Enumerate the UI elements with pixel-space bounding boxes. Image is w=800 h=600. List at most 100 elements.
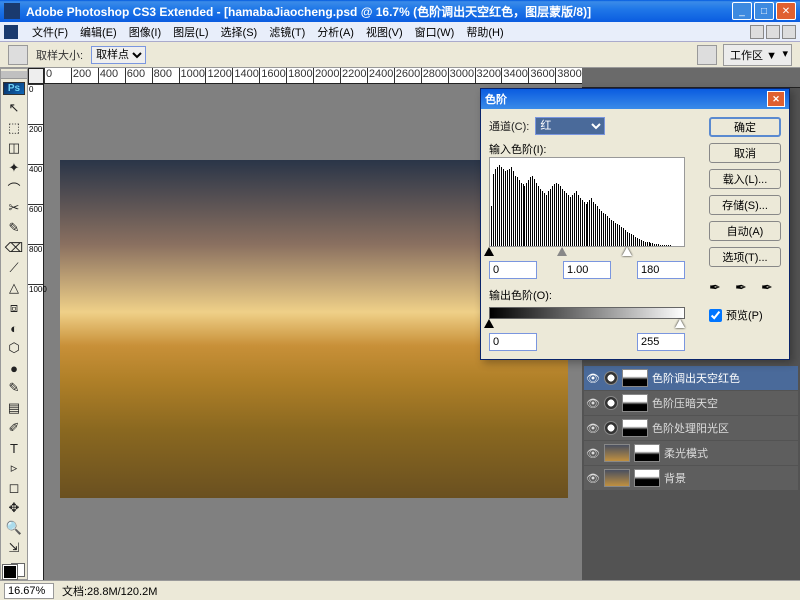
load-button[interactable]: 载入(L)...: [709, 169, 781, 189]
black-eyedropper-icon[interactable]: ✒: [709, 279, 729, 297]
layer-row[interactable]: 👁 色阶调出天空红色: [584, 366, 798, 390]
menu-e[interactable]: 编辑(E): [74, 25, 123, 41]
dialog-close-button[interactable]: ✕: [767, 91, 785, 107]
color-wells[interactable]: [3, 565, 25, 577]
white-point-slider[interactable]: [622, 247, 632, 256]
tool-2[interactable]: ◫: [3, 138, 25, 158]
menu-t[interactable]: 滤镜(T): [263, 25, 311, 41]
vertical-ruler[interactable]: 02004006008001000: [28, 84, 44, 580]
ruler-origin[interactable]: [28, 68, 44, 84]
menu-v[interactable]: 视图(V): [360, 25, 409, 41]
tool-7[interactable]: ⌫: [3, 238, 25, 258]
tool-18[interactable]: ▹: [3, 458, 25, 478]
zoom-level[interactable]: 16.67%: [4, 583, 54, 599]
sample-size-select[interactable]: 取样点: [91, 46, 146, 64]
output-slider[interactable]: [489, 319, 685, 329]
gray-eyedropper-icon[interactable]: ✒: [735, 279, 755, 297]
foreground-color[interactable]: [3, 565, 17, 579]
workspace-dropdown[interactable]: 工作区 ▼: [723, 44, 792, 66]
tool-17[interactable]: T: [3, 438, 25, 458]
tool-20[interactable]: ✥: [3, 498, 25, 518]
layer-row[interactable]: 👁 柔光模式: [584, 441, 798, 465]
doc-close-button[interactable]: [782, 25, 796, 39]
tool-21[interactable]: 🔍: [3, 518, 25, 538]
options-button[interactable]: 选项(T)...: [709, 247, 781, 267]
menu-i[interactable]: 图像(I): [123, 25, 167, 41]
tool-5[interactable]: ✂: [3, 198, 25, 218]
output-black-field[interactable]: [489, 333, 537, 351]
layer-mask[interactable]: [634, 469, 660, 487]
preview-checkbox-input[interactable]: [709, 309, 722, 322]
channel-select[interactable]: 红: [535, 117, 605, 135]
menu-w[interactable]: 窗口(W): [409, 25, 461, 41]
menu-s[interactable]: 选择(S): [215, 25, 264, 41]
sample-size-label: 取样大小:: [36, 47, 83, 63]
tool-1[interactable]: ⬚: [3, 118, 25, 138]
visibility-icon[interactable]: 👁: [586, 372, 600, 385]
tool-12[interactable]: ⬡: [3, 338, 25, 358]
input-slider[interactable]: [489, 247, 685, 257]
black-point-slider[interactable]: [484, 247, 494, 256]
ok-button[interactable]: 确定: [709, 117, 781, 137]
menu-l[interactable]: 图层(L): [167, 25, 214, 41]
layer-mask[interactable]: [634, 444, 660, 462]
tool-22[interactable]: ⇲: [3, 538, 25, 558]
tool-13[interactable]: ●: [3, 358, 25, 378]
layer-mask[interactable]: [622, 369, 648, 387]
input-black-field[interactable]: [489, 261, 537, 279]
menu-a[interactable]: 分析(A): [311, 25, 360, 41]
tool-10[interactable]: ⧈: [3, 298, 25, 318]
menu-h[interactable]: 帮助(H): [460, 25, 509, 41]
tool-6[interactable]: ✎: [3, 218, 25, 238]
menu-f[interactable]: 文件(F): [26, 25, 74, 41]
output-white-slider[interactable]: [675, 319, 685, 328]
white-eyedropper-icon[interactable]: ✒: [761, 279, 781, 297]
document-info[interactable]: 文档:28.8M/120.2M: [62, 583, 157, 599]
visibility-icon[interactable]: 👁: [586, 472, 600, 485]
tool-8[interactable]: ⟋: [3, 258, 25, 278]
tool-19[interactable]: ◻: [3, 478, 25, 498]
output-black-slider[interactable]: [484, 319, 494, 328]
layer-thumb[interactable]: [604, 469, 630, 487]
visibility-icon[interactable]: 👁: [586, 422, 600, 435]
tool-11[interactable]: ◐: [3, 318, 25, 338]
tool-9[interactable]: △: [3, 278, 25, 298]
tool-0[interactable]: ↖: [3, 98, 25, 118]
minimize-button[interactable]: _: [732, 2, 752, 20]
gamma-slider[interactable]: [557, 247, 567, 256]
preview-checkbox[interactable]: 预览(P): [709, 307, 781, 323]
visibility-icon[interactable]: 👁: [586, 447, 600, 460]
tool-3[interactable]: ✦: [3, 158, 25, 178]
active-tool-icon[interactable]: [8, 45, 28, 65]
layer-name[interactable]: 色阶压暗天空: [652, 395, 718, 411]
close-button[interactable]: ✕: [776, 2, 796, 20]
horizontal-ruler[interactable]: 0200400600800100012001400160018002000220…: [44, 68, 582, 84]
layer-name[interactable]: 背景: [664, 470, 686, 486]
layer-name[interactable]: 色阶处理阳光区: [652, 420, 729, 436]
cancel-button[interactable]: 取消: [709, 143, 781, 163]
input-gamma-field[interactable]: [563, 261, 611, 279]
doc-restore-button[interactable]: [766, 25, 780, 39]
output-white-field[interactable]: [637, 333, 685, 351]
layer-name[interactable]: 柔光模式: [664, 445, 708, 461]
layer-mask[interactable]: [622, 419, 648, 437]
screen-mode-icon[interactable]: [697, 45, 717, 65]
tool-15[interactable]: ▤: [3, 398, 25, 418]
layer-name[interactable]: 色阶调出天空红色: [652, 370, 740, 386]
tool-4[interactable]: ⌒: [3, 178, 25, 198]
layer-row[interactable]: 👁 背景: [584, 466, 798, 490]
layer-row[interactable]: 👁 色阶压暗天空: [584, 391, 798, 415]
tool-14[interactable]: ✎: [3, 378, 25, 398]
layer-mask[interactable]: [622, 394, 648, 412]
doc-minimize-button[interactable]: [750, 25, 764, 39]
visibility-icon[interactable]: 👁: [586, 397, 600, 410]
toolbox-grip[interactable]: [1, 71, 27, 79]
auto-button[interactable]: 自动(A): [709, 221, 781, 241]
input-white-field[interactable]: [637, 261, 685, 279]
maximize-button[interactable]: □: [754, 2, 774, 20]
layer-thumb[interactable]: [604, 444, 630, 462]
panel-tabs[interactable]: [582, 68, 800, 88]
save-button[interactable]: 存储(S)...: [709, 195, 781, 215]
layer-row[interactable]: 👁 色阶处理阳光区: [584, 416, 798, 440]
tool-16[interactable]: ✐: [3, 418, 25, 438]
